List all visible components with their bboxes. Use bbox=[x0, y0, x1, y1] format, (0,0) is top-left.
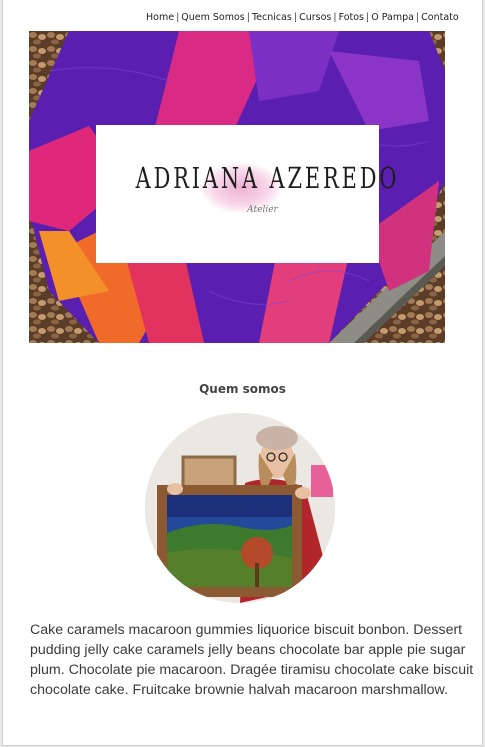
profile-photo bbox=[145, 413, 335, 603]
nav-fotos[interactable]: Fotos bbox=[339, 12, 364, 23]
logo-card: ADRIANA AZEREDO Atelier bbox=[96, 125, 400, 263]
hero-banner-image: ADRIANA AZEREDO Atelier bbox=[29, 31, 445, 343]
nav-separator: | bbox=[293, 12, 298, 23]
nav-home[interactable]: Home bbox=[146, 12, 174, 23]
logo-title: ADRIANA AZEREDO bbox=[135, 161, 400, 195]
nav-contato[interactable]: Contato bbox=[421, 12, 459, 23]
logo-subtitle: Atelier bbox=[247, 205, 278, 215]
nav-separator: | bbox=[246, 12, 250, 23]
nav-separator: | bbox=[176, 12, 180, 23]
nav-separator: | bbox=[333, 12, 337, 23]
woman-holding-quilt-illustration bbox=[145, 413, 335, 603]
nav-tecnicas[interactable]: Tecnicas bbox=[252, 12, 292, 23]
nav-separator: | bbox=[366, 12, 370, 23]
nav-cursos[interactable]: Cursos bbox=[299, 12, 331, 23]
nav-o-pampa[interactable]: O Pampa bbox=[371, 12, 414, 23]
section-title: Quem somos bbox=[199, 382, 286, 396]
top-nav: Home | Quem Somos | Tecnicas | Cursos | Fotos | O … bbox=[146, 12, 459, 23]
about-paragraph: Cake caramels macaroon gummies liquorice… bbox=[30, 622, 474, 698]
nav-separator: | bbox=[415, 12, 420, 23]
nav-quem-somos[interactable]: Quem Somos bbox=[181, 12, 244, 23]
